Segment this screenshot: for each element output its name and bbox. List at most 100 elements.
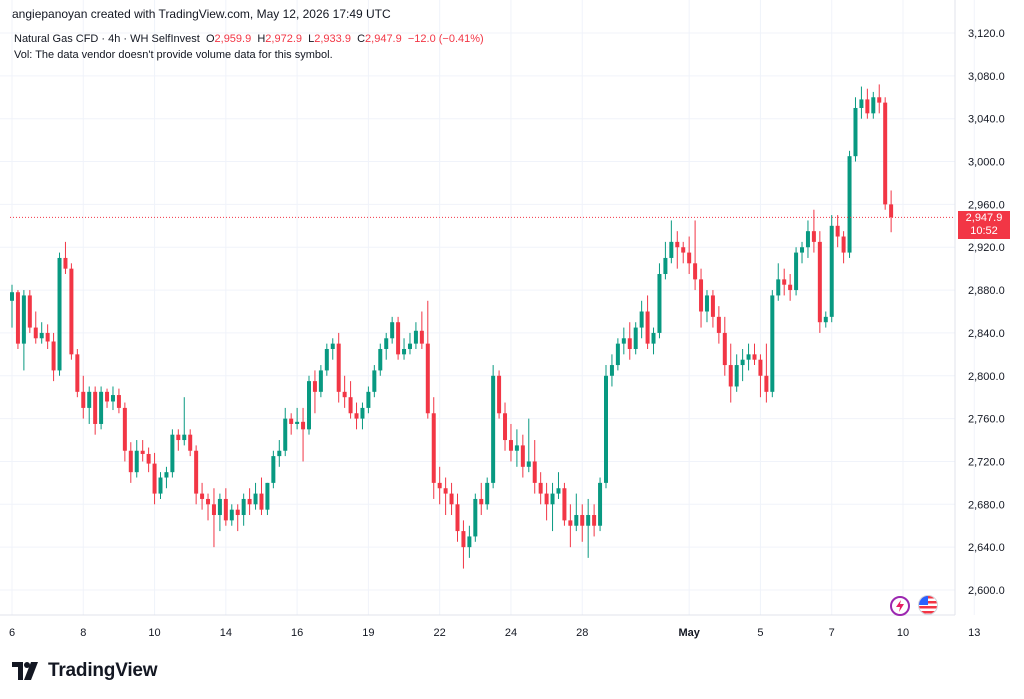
candle-body — [663, 257, 668, 275]
x-tick-label: 5 — [757, 627, 763, 639]
candle-body — [289, 418, 294, 424]
y-tick-label: 2,640.0 — [968, 542, 1005, 554]
candle-body — [693, 263, 698, 280]
x-tick-label: 16 — [291, 627, 303, 639]
legend-ohlc: Natural Gas CFD · 4h · WH SelfInvest O 2,… — [14, 33, 484, 45]
last-price-value: 2,947.9 — [965, 212, 1003, 224]
x-tick-label: 13 — [968, 627, 980, 639]
candle-body — [609, 365, 614, 376]
x-tick-label: 6 — [9, 627, 15, 639]
candle-body — [437, 482, 442, 489]
candle-body — [746, 354, 751, 360]
candle-body — [247, 498, 252, 505]
candle-body — [336, 343, 341, 392]
y-tick-label: 2,880.0 — [968, 285, 1005, 297]
candle-body — [449, 493, 454, 505]
candle-body — [627, 338, 632, 349]
candle-body — [770, 295, 775, 392]
candle-body — [188, 434, 193, 451]
x-tick-label: May — [678, 627, 700, 639]
y-tick-label: 2,960.0 — [968, 199, 1005, 211]
candle-body — [211, 504, 216, 516]
candle-body — [312, 381, 317, 392]
candle-body — [776, 279, 781, 296]
candle-body — [15, 292, 20, 344]
candle-body — [544, 493, 549, 505]
y-tick-label: 3,000.0 — [968, 157, 1005, 169]
candle-body — [307, 381, 311, 430]
candle-body — [710, 295, 715, 317]
candle-body — [734, 365, 739, 387]
candle-body — [455, 504, 460, 532]
candle-body — [461, 531, 466, 548]
candle-body — [520, 445, 525, 467]
x-tick-label: 10 — [897, 627, 909, 639]
candle-body — [443, 488, 448, 494]
candle-body — [699, 279, 704, 312]
candle-body — [479, 498, 484, 505]
candle-body — [182, 434, 187, 441]
candle-body — [633, 327, 638, 349]
candle-body — [33, 327, 38, 339]
candle-body — [93, 391, 98, 424]
candle-body — [651, 332, 656, 344]
candle-body — [883, 102, 888, 205]
candle-body — [342, 391, 347, 398]
candle-body — [81, 391, 86, 408]
candle-body — [99, 391, 104, 424]
close-value: 2,947.9 — [365, 33, 402, 45]
candle-body — [301, 421, 306, 430]
high-value: 2,972.9 — [265, 33, 302, 45]
candle-body — [782, 279, 787, 285]
open-label: O — [205, 33, 215, 45]
candle-body — [728, 365, 733, 387]
candle-body — [758, 359, 763, 376]
volume-note: Vol: The data vendor doesn't provide vol… — [14, 49, 333, 61]
candle-body — [467, 536, 472, 548]
y-tick-label: 2,600.0 — [968, 585, 1005, 597]
candle-body — [877, 97, 882, 103]
candle-body — [134, 450, 139, 473]
candle-body — [45, 332, 50, 342]
candle-body — [63, 257, 68, 269]
tradingview-logo-icon — [12, 662, 38, 680]
candle-body — [639, 311, 644, 328]
candle-body — [473, 498, 478, 537]
candle-body — [390, 322, 395, 339]
candle-body — [497, 375, 502, 414]
candle-body — [586, 515, 591, 526]
symbol-label[interactable]: Natural Gas CFD · 4h · WH SelfInvest — [14, 33, 200, 45]
y-tick-label: 2,760.0 — [968, 414, 1005, 426]
candle-body — [75, 354, 80, 392]
candle-body — [853, 107, 858, 157]
candle-body — [615, 343, 620, 366]
grid-lines — [0, 0, 975, 615]
candle-body — [413, 330, 418, 344]
lightning-icon[interactable] — [890, 596, 910, 616]
candle-body — [425, 343, 430, 414]
candle-body — [829, 225, 834, 317]
candle-body — [574, 515, 579, 526]
candle-body — [604, 375, 608, 483]
x-tick-label: 28 — [576, 627, 588, 639]
candle-body — [235, 509, 240, 516]
low-value: 2,933.9 — [314, 33, 351, 45]
tradingview-logo[interactable]: TradingView — [12, 660, 158, 682]
candle-body — [158, 477, 163, 494]
candle-body — [324, 348, 329, 371]
y-tick-label: 2,680.0 — [968, 499, 1005, 511]
candle-body — [277, 450, 282, 457]
candle-body — [788, 284, 793, 291]
candle-body — [69, 268, 74, 355]
candle-body — [556, 488, 561, 494]
candle-body — [794, 252, 799, 291]
candle-body — [538, 482, 543, 494]
chart-canvas[interactable]: 3,120.0 3,080.0 3,040.0 3,000.0 2,960.0 2,920… — [0, 0, 1024, 699]
candle-body — [675, 241, 680, 248]
y-axis-ticks: 3,120.0 3,080.0 3,040.0 3,000.0 2,960.0 2,920… — [968, 28, 1005, 597]
candle-body — [229, 509, 234, 521]
candle-body — [318, 370, 323, 392]
candle-body — [366, 391, 371, 408]
us-flag-icon[interactable] — [918, 595, 938, 615]
candle-body — [526, 461, 531, 467]
